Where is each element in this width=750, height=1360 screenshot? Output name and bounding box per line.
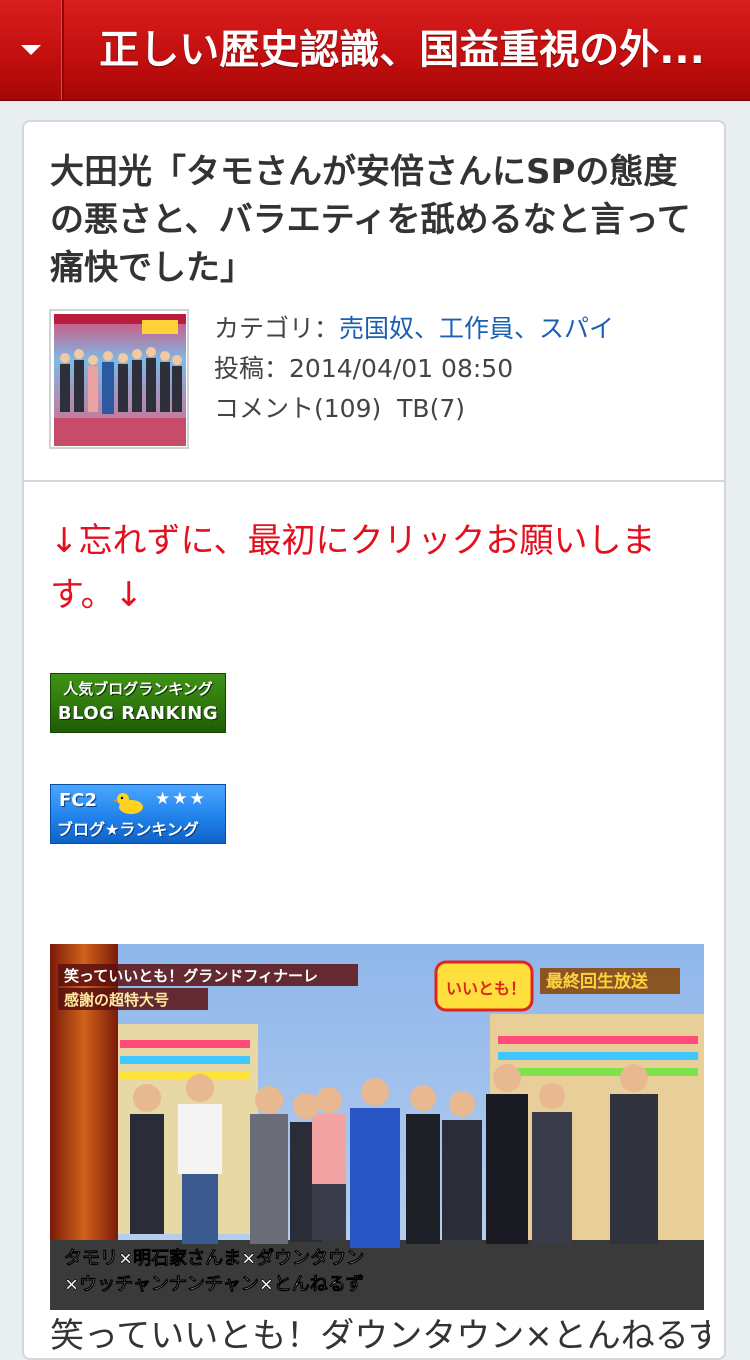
- fc2-label: FC2: [59, 790, 98, 811]
- photo-badge: 最終回生放送: [546, 971, 649, 992]
- blog-ranking-line2: BLOG RANKING: [57, 703, 219, 724]
- photo-caption: 笑っていいとも！ダウンタウン×とんねるず×: [50, 1316, 710, 1356]
- category-row: カテゴリ：売国奴、工作員、スパイ: [214, 309, 694, 349]
- menu-button[interactable]: [0, 0, 64, 100]
- post-title[interactable]: 大田光「タモさんが安倍さんにSPの態度の悪さと、バラエティを舐めるなと言って痛快…: [50, 148, 702, 292]
- photo-bottom-line2: ×ウッチャンナンチャン×とんねるず: [64, 1274, 364, 1295]
- trackback-count[interactable]: TB(7): [397, 394, 465, 423]
- photo-bottom-line1: タモリ×明石家さんま×ダウンタウン: [64, 1247, 364, 1269]
- blog-ranking-banner[interactable]: 人気ブログランキング BLOG RANKING: [50, 673, 226, 733]
- comment-count[interactable]: コメント(109): [214, 394, 381, 423]
- photo-top-title: 笑っていいとも！グランドフィナーレ: [64, 967, 318, 985]
- post-meta: カテゴリ：売国奴、工作員、スパイ 投稿：2014/04/01 08:50 コメン…: [214, 309, 694, 429]
- fc2-ranking-banner[interactable]: FC2 ★★★ ブログ★ランキング: [50, 784, 226, 844]
- caret-down-icon: [21, 45, 41, 55]
- click-request-notice: ↓忘れずに、最初にクリックお願いします。↓: [50, 521, 656, 615]
- category-link[interactable]: 売国奴、工作員、スパイ: [339, 314, 614, 343]
- article-photo[interactable]: 笑っていいとも！グランドフィナーレ 感謝の超特大号 いいとも！ 最終回生放送 タ…: [50, 944, 704, 1310]
- duck-icon: [113, 793, 143, 814]
- site-title[interactable]: 正しい歴史認識、国益重視の外...: [82, 18, 722, 82]
- photo-logo: いいとも！: [446, 979, 526, 998]
- app-header: 正しい歴史認識、国益重視の外...: [0, 0, 750, 101]
- post-thumbnail[interactable]: [49, 309, 189, 449]
- blog-ranking-line1: 人気ブログランキング: [63, 680, 213, 698]
- rating-stars: ★★★: [155, 789, 207, 809]
- posted-row: 投稿：2014/04/01 08:50: [214, 349, 694, 389]
- counts-row: コメント(109) TB(7): [214, 389, 694, 429]
- category-label: カテゴリ：: [214, 314, 340, 343]
- photo-subtitle: 感謝の超特大号: [64, 991, 169, 1009]
- posted-date: 2014/04/01 08:50: [289, 354, 514, 383]
- posted-label: 投稿：: [214, 354, 290, 383]
- article-card: 大田光「タモさんが安倍さんにSPの態度の悪さと、バラエティを舐めるなと言って痛快…: [22, 120, 726, 1360]
- fc2-ranking-label: ブログ★ランキング: [57, 820, 199, 839]
- divider: [24, 480, 724, 482]
